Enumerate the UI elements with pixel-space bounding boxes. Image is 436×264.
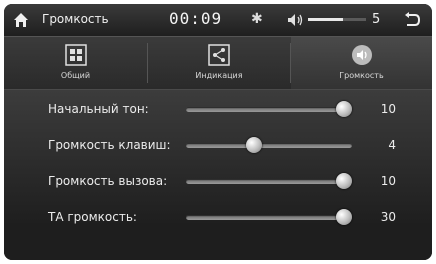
share-icon [208, 44, 230, 66]
tab-label: Общий [60, 71, 91, 80]
status-bar: Громкость 00:09 ✱ 5 [4, 4, 432, 37]
setting-row: ТА громкость: 30 [4, 200, 432, 236]
setting-row: Начальный тон: 10 [4, 92, 432, 128]
setting-label: Громкость клавиш: [48, 138, 171, 152]
slider-track[interactable] [186, 209, 352, 225]
slider-knob[interactable] [246, 137, 262, 153]
tab-label: Громкость [339, 71, 384, 80]
clock: 00:09 [169, 9, 223, 28]
setting-row: Громкость вызова: 10 [4, 164, 432, 200]
page-title: Громкость [42, 12, 109, 26]
setting-label: Громкость вызова: [48, 174, 168, 188]
slider-knob[interactable] [336, 173, 352, 189]
bluetooth-icon: ✱ [251, 11, 263, 27]
setting-value: 30 [380, 210, 396, 224]
tab-volume[interactable]: Громкость [291, 37, 432, 89]
setting-row: Громкость клавиш: 4 [4, 128, 432, 164]
slider-knob[interactable] [336, 209, 352, 225]
volume-bar-fill [308, 18, 343, 21]
tab-indication[interactable]: Индикация [148, 37, 290, 89]
volume-bar[interactable] [308, 18, 366, 21]
screen: Громкость 00:09 ✱ 5 Общий Индикация Гром… [4, 4, 432, 260]
volume-value: 5 [372, 12, 381, 27]
home-icon[interactable] [12, 11, 30, 29]
tab-label: Индикация [195, 71, 243, 80]
slider-track[interactable] [186, 137, 352, 153]
back-icon[interactable] [403, 12, 421, 28]
setting-value: 10 [380, 174, 396, 188]
settings-panel: Начальный тон: 10 Громкость клавиш: 4 Гр… [4, 90, 432, 260]
slider-track[interactable] [186, 101, 352, 117]
speaker-icon [288, 14, 303, 26]
speaker-icon [351, 45, 372, 65]
setting-value: 10 [380, 102, 396, 116]
setting-label: ТА громкость: [48, 210, 137, 224]
setting-label: Начальный тон: [48, 102, 149, 116]
slider-knob[interactable] [336, 101, 352, 117]
tab-bar: Общий Индикация Громкость [4, 37, 432, 90]
tab-general[interactable]: Общий [4, 37, 147, 89]
slider-track[interactable] [186, 173, 352, 189]
setting-value: 4 [388, 138, 396, 152]
grid-icon [64, 44, 87, 66]
